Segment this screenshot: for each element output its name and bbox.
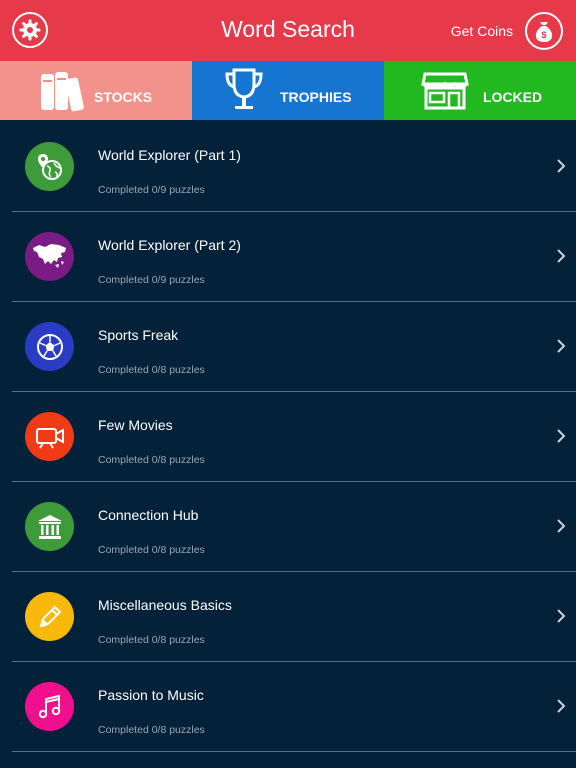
tab-trophies[interactable]: TROPHIES — [192, 61, 384, 120]
get-coins-button[interactable]: $ — [525, 12, 563, 50]
category-icon-circle — [25, 682, 74, 731]
pencil-icon — [39, 605, 61, 627]
category-list: World Explorer (Part 1) Completed 0/9 pu… — [12, 122, 576, 752]
tab-trophies-label: TROPHIES — [280, 89, 352, 105]
books-icon — [41, 72, 84, 112]
music-note-icon — [38, 694, 60, 718]
category-icon-circle — [25, 412, 74, 461]
chevron-right-icon — [557, 609, 566, 623]
bank-icon — [37, 514, 62, 539]
chevron-right-icon — [557, 249, 566, 263]
category-icon-circle — [25, 592, 74, 641]
chevron-right-icon — [557, 159, 566, 173]
tab-locked-label: LOCKED — [483, 89, 543, 105]
category-row[interactable]: World Explorer (Part 1) Completed 0/9 pu… — [12, 122, 576, 212]
soccer-ball-icon — [36, 333, 63, 360]
category-progress: Completed 0/8 puzzles — [98, 454, 205, 466]
tab-stocks[interactable]: STOCKS — [0, 61, 192, 120]
trophy-icon — [225, 68, 263, 109]
category-row[interactable]: Sports Freak Completed 0/8 puzzles — [12, 302, 576, 392]
tab-stocks-label: STOCKS — [94, 89, 153, 105]
get-coins-label[interactable]: Get Coins — [451, 23, 513, 39]
category-row[interactable]: Few Movies Completed 0/8 puzzles — [12, 392, 576, 482]
category-name: Sports Freak — [98, 327, 179, 343]
category-name: Connection Hub — [98, 507, 199, 523]
money-bag-icon: $ — [535, 22, 553, 42]
category-progress: Completed 0/8 puzzles — [98, 634, 205, 646]
category-progress: Completed 0/9 puzzles — [98, 274, 205, 286]
tab-locked[interactable]: LOCKED — [384, 61, 576, 120]
chevron-right-icon — [557, 519, 566, 533]
category-name: World Explorer (Part 2) — [98, 237, 241, 253]
chevron-right-icon — [557, 429, 566, 443]
store-icon — [421, 72, 469, 110]
svg-text:$: $ — [541, 30, 546, 40]
category-row[interactable]: Connection Hub Completed 0/8 puzzles — [12, 482, 576, 572]
category-progress: Completed 0/8 puzzles — [98, 724, 205, 736]
chevron-right-icon — [557, 699, 566, 713]
globe-pin-icon — [37, 153, 62, 180]
category-icon-circle — [25, 232, 74, 281]
app-header: Word Search Get Coins $ — [0, 0, 576, 61]
category-name: Few Movies — [98, 417, 173, 433]
category-name: Miscellaneous Basics — [98, 597, 232, 613]
category-row[interactable]: Passion to Music Completed 0/8 puzzles — [12, 662, 576, 752]
category-icon-circle — [25, 322, 74, 371]
chevron-right-icon — [557, 339, 566, 353]
category-progress: Completed 0/8 puzzles — [98, 544, 205, 556]
category-name: World Explorer (Part 1) — [98, 147, 241, 163]
category-progress: Completed 0/9 puzzles — [98, 184, 205, 196]
category-row[interactable]: Miscellaneous Basics Completed 0/8 puzzl… — [12, 572, 576, 662]
asia-map-icon — [32, 243, 66, 268]
category-name: Passion to Music — [98, 687, 204, 703]
video-camera-icon — [35, 427, 64, 449]
category-progress: Completed 0/8 puzzles — [98, 364, 205, 376]
category-icon-circle — [25, 502, 74, 551]
category-row[interactable]: World Explorer (Part 2) Completed 0/9 pu… — [12, 212, 576, 302]
category-icon-circle — [25, 142, 74, 191]
tab-bar: STOCKS TROPHIES LOCKED — [0, 61, 576, 120]
